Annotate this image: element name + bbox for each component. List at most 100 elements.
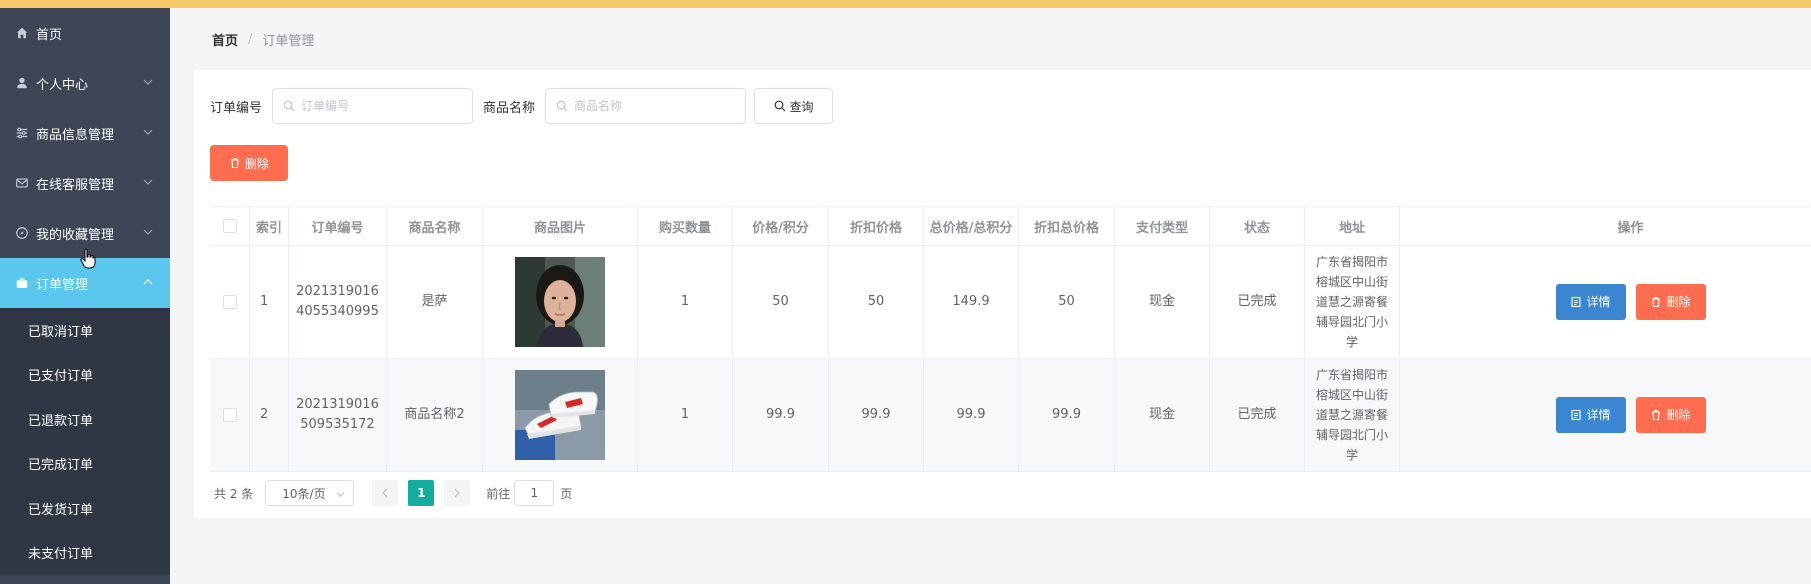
sidebar-item-personal-center[interactable]: 个人中心 — [0, 58, 170, 108]
pagination-total: 共 2 条 — [214, 486, 254, 501]
submenu-item-unpaid-orders[interactable]: 未支付订单 — [0, 530, 170, 575]
sidebar-item-product-info[interactable]: 商品信息管理 — [0, 108, 170, 158]
breadcrumb-current: 订单管理 — [262, 34, 315, 49]
prev-page-button[interactable] — [372, 480, 399, 506]
address-cell: 广东省揭阳市榕城区中山街道慧之源寄餐辅导园北门小学 — [1305, 359, 1400, 471]
submenu-item-cancelled-orders[interactable]: 已取消订单 — [0, 308, 170, 353]
row-checkbox[interactable] — [222, 295, 237, 309]
breadcrumb: 首页 / 订单管理 — [212, 30, 314, 49]
total-price-cell: 99.9 — [924, 359, 1019, 471]
user-icon — [14, 75, 30, 91]
header-order-no: 订单编号 — [289, 207, 387, 245]
order-table: 索引 订单编号 商品名称 商品图片 购买数量 价格/积分 折扣价格 总价格/总积… — [210, 206, 1811, 472]
pay-type-cell: 现金 — [1115, 246, 1210, 358]
compass-icon — [14, 225, 30, 241]
discount-total-cell: 50 — [1019, 246, 1115, 358]
header-discount-price: 折扣价格 — [829, 207, 924, 245]
select-all-checkbox[interactable] — [222, 219, 237, 233]
document-icon — [1571, 296, 1582, 308]
table-row: 1 20213190164055340995 是萨 1 50 50 149.9 … — [210, 246, 1811, 359]
delete-button[interactable]: 删除 — [1635, 397, 1706, 433]
total-price-cell: 149.9 — [924, 246, 1019, 358]
sneakers-photo[interactable] — [515, 370, 605, 460]
order-list-card: 订单编号 商品名称 查询 删除 索引 订单编号 — [194, 70, 1811, 518]
header-total-price: 总价格/总积分 — [924, 207, 1019, 245]
header-product-image: 商品图片 — [483, 207, 638, 245]
page-size-select[interactable]: 10条/页 — [265, 480, 355, 506]
sidebar-item-label: 在线客服管理 — [36, 177, 115, 193]
sidebar-item-online-service[interactable]: 在线客服管理 — [0, 158, 170, 208]
batch-delete-label: 删除 — [244, 156, 269, 171]
chevron-down-icon — [142, 226, 154, 238]
order-no-input[interactable] — [301, 99, 462, 113]
trash-icon — [1652, 410, 1661, 421]
discount-price-cell: 50 — [829, 246, 924, 358]
status-cell: 已完成 — [1210, 359, 1305, 471]
delete-button-label: 删除 — [1666, 295, 1691, 309]
order-no-cell: 2021319016509535172 — [289, 359, 387, 471]
chevron-down-icon — [336, 492, 345, 498]
chevron-down-icon — [142, 76, 154, 88]
index-cell: 2 — [250, 359, 289, 471]
row-select-cell — [210, 359, 250, 471]
search-form: 订单编号 商品名称 查询 — [210, 88, 834, 124]
actions-cell: 详情 删除 — [1400, 246, 1801, 358]
address-cell: 广东省揭阳市榕城区中山街道慧之源寄餐辅导园北门小学 — [1305, 246, 1400, 358]
page-unit-label: 页 — [560, 486, 573, 501]
row-select-cell — [210, 246, 250, 358]
home-icon — [14, 25, 30, 41]
order-no-field[interactable] — [272, 88, 474, 124]
breadcrumb-home[interactable]: 首页 — [212, 30, 238, 49]
pay-type-cell: 现金 — [1115, 359, 1210, 471]
detail-button[interactable]: 详情 — [1555, 397, 1626, 433]
product-name-input[interactable] — [574, 99, 735, 113]
submenu-item-paid-orders[interactable]: 已支付订单 — [0, 352, 170, 397]
mail-icon — [14, 175, 30, 191]
price-cell: 50 — [733, 246, 829, 358]
product-image-cell — [483, 246, 638, 358]
product-name-label: 商品名称 — [483, 100, 536, 116]
row-checkbox[interactable] — [222, 408, 237, 422]
header-pay-type: 支付类型 — [1115, 207, 1210, 245]
page-number-current[interactable]: 1 — [408, 480, 435, 506]
sidebar-item-label: 订单管理 — [36, 277, 89, 293]
header-select-all — [210, 207, 250, 245]
header-quantity: 购买数量 — [638, 207, 733, 245]
trash-icon — [1652, 297, 1661, 308]
sidebar-item-label: 我的收藏管理 — [36, 227, 115, 243]
portrait-photo[interactable] — [515, 257, 605, 347]
main-content: 首页 / 订单管理 订单编号 商品名称 查询 删除 — [170, 8, 1811, 584]
quantity-cell: 1 — [638, 246, 733, 358]
batch-delete-button[interactable]: 删除 — [210, 145, 288, 181]
sliders-icon — [14, 125, 30, 141]
next-page-button[interactable] — [444, 480, 471, 506]
chevron-down-icon — [142, 126, 154, 138]
table-row: 2 2021319016509535172 商品名称2 1 99.9 99.9 … — [210, 359, 1811, 472]
search-icon — [283, 100, 295, 112]
submenu-item-refunded-orders[interactable]: 已退款订单 — [0, 397, 170, 442]
sidebar-item-label: 商品信息管理 — [36, 127, 115, 143]
chevron-left-icon — [382, 488, 388, 498]
order-no-label: 订单编号 — [210, 100, 263, 116]
header-status: 状态 — [1210, 207, 1305, 245]
product-name-cell: 是萨 — [387, 246, 483, 358]
search-icon — [774, 100, 785, 112]
query-button[interactable]: 查询 — [754, 88, 834, 124]
product-name-field[interactable] — [545, 88, 747, 124]
search-icon — [556, 100, 568, 112]
detail-button[interactable]: 详情 — [1555, 284, 1626, 320]
query-button-label: 查询 — [789, 99, 814, 114]
header-address: 地址 — [1305, 207, 1400, 245]
sidebar-item-home[interactable]: 首页 — [0, 8, 170, 58]
detail-button-label: 详情 — [1586, 408, 1611, 422]
delete-button[interactable]: 删除 — [1635, 284, 1706, 320]
hand-cursor-icon — [80, 248, 96, 270]
goto-page-input[interactable]: 1 — [514, 480, 555, 506]
submenu-item-completed-orders[interactable]: 已完成订单 — [0, 441, 170, 486]
detail-button-label: 详情 — [1586, 295, 1611, 309]
discount-total-cell: 99.9 — [1019, 359, 1115, 471]
header-discount-total: 折扣总价格 — [1019, 207, 1115, 245]
submenu-item-shipped-orders[interactable]: 已发货订单 — [0, 486, 170, 531]
header-index: 索引 — [250, 207, 289, 245]
header-price: 价格/积分 — [733, 207, 829, 245]
